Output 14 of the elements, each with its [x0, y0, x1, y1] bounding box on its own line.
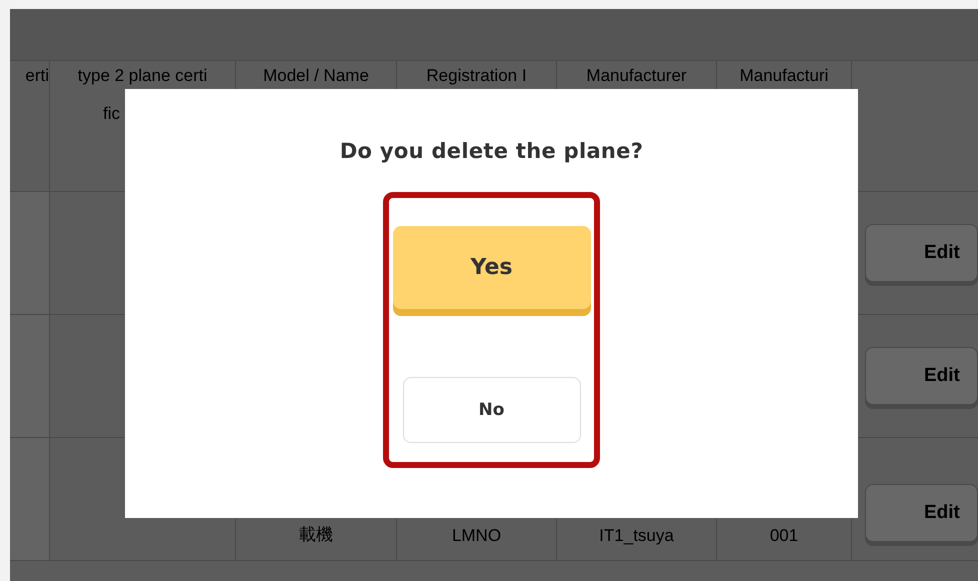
dialog-title: Do you delete the plane?: [340, 139, 644, 163]
column-header: Registration I: [426, 66, 527, 85]
column-header: erti: [25, 66, 49, 85]
column-header: Model / Name: [263, 66, 369, 85]
table-cell: IT1_tsuya: [599, 526, 674, 546]
confirm-button[interactable]: Yes: [392, 226, 590, 316]
column-header-continuation: fic: [103, 104, 120, 123]
cancel-button[interactable]: No: [402, 377, 580, 443]
table-cell-text: 載機: [299, 524, 333, 546]
column-header: Manufacturi: [740, 66, 828, 85]
table-cell: 001: [770, 526, 798, 546]
column-header: Manufacturer: [586, 66, 687, 85]
column-header: type 2 plane certi: [78, 66, 208, 85]
table-cell: LMNO: [452, 526, 502, 546]
